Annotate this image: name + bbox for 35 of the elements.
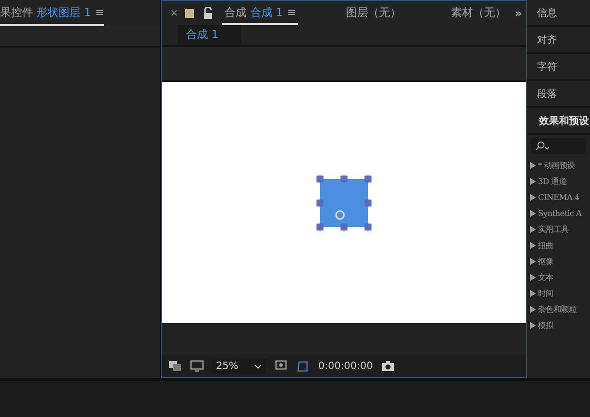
viewer-tab[interactable]: 素材（无） <box>448 1 508 25</box>
camera-icon[interactable] <box>380 360 395 372</box>
label-color-swatch <box>185 8 194 18</box>
effects-category[interactable]: 3D 通道 <box>527 173 590 189</box>
timecode[interactable]: 0:00:00:00 <box>318 360 373 372</box>
effects-category[interactable]: * 动画预设 <box>527 157 590 173</box>
shape-layer-drawing[interactable] <box>316 174 372 230</box>
effects-category[interactable]: 杂色和颗粒 <box>527 301 590 317</box>
monitor-icon[interactable] <box>190 360 204 372</box>
mask-path-icon[interactable] <box>296 360 310 372</box>
comp-subtab[interactable]: 合成 1 <box>178 25 240 44</box>
effects-category[interactable]: 时间 <box>527 285 590 301</box>
viewer-tab[interactable]: 图层（无） <box>344 1 403 25</box>
close-button[interactable]: × <box>170 8 178 18</box>
panel-header[interactable]: 段落 <box>527 81 590 108</box>
effects-category[interactable]: 抠像 <box>527 253 590 269</box>
panel-menu[interactable]: ≡ <box>95 6 104 18</box>
effects-category[interactable]: Synthetic A <box>527 205 590 221</box>
panel-title[interactable]: 果控件 形状图层 1 <box>0 4 91 20</box>
effects-category[interactable]: CINEMA 4 <box>527 189 590 205</box>
effects-category[interactable]: 文本 <box>527 269 590 285</box>
layers-icon[interactable] <box>168 360 182 372</box>
zoom-dropdown[interactable]: 25% <box>212 358 266 374</box>
effects-category[interactable]: 扭曲 <box>527 237 590 253</box>
panel-header[interactable]: 效果和预设 <box>527 108 590 135</box>
panel-header[interactable]: 字符 <box>527 54 590 81</box>
panel-header[interactable]: 信息 <box>527 0 590 27</box>
effects-category[interactable]: 实用工具 <box>527 221 590 237</box>
caret-icon <box>254 364 262 369</box>
search-field[interactable] <box>531 138 586 154</box>
effects-category[interactable]: 模拟 <box>527 317 590 333</box>
overflow-button[interactable]: » <box>514 6 522 20</box>
search-icon <box>535 141 549 151</box>
panel-header[interactable]: 对齐 <box>527 27 590 54</box>
fit-icon[interactable] <box>274 360 288 372</box>
